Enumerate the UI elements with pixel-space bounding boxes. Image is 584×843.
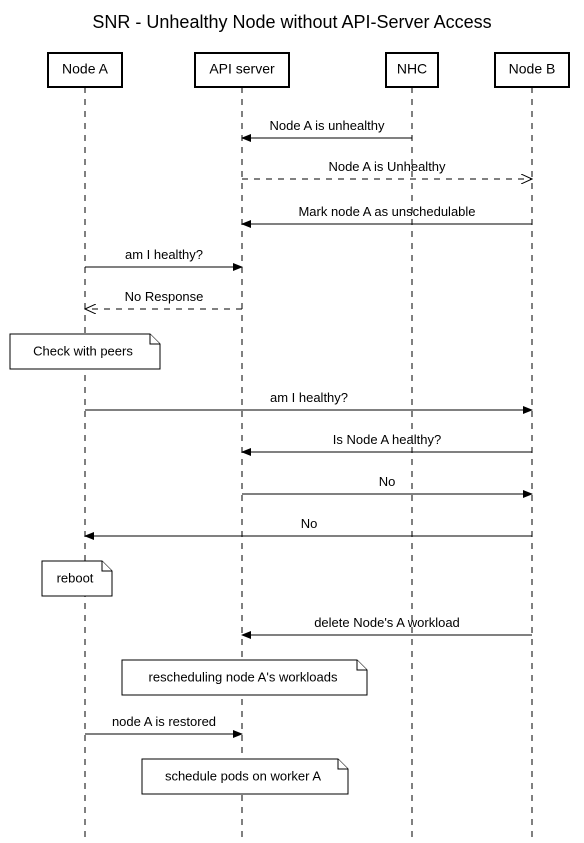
diagram-title: SNR - Unhealthy Node without API-Server … [0,0,584,43]
msg-9-label: No [301,516,318,531]
msg-8-label: No [379,474,396,489]
note-3-text: rescheduling node A's workloads [149,669,338,684]
actor-nhc-label: NHC [397,61,427,77]
msg-6-label: am I healthy? [270,390,348,405]
msg-10-label: delete Node's A workload [314,615,460,630]
note-2-text: reboot [57,570,94,585]
msg-1-label: Node A is unhealthy [270,118,385,133]
msg-4-label: am I healthy? [125,247,203,262]
note-schedule-pods: schedule pods on worker A [142,759,348,794]
note-4-text: schedule pods on worker A [165,768,321,783]
actor-node-b-label: Node B [509,61,556,77]
sequence-diagram: Node A API server NHC Node B Node A is u… [0,43,584,843]
msg-7-label: Is Node A healthy? [333,432,441,447]
actor-node-a-label: Node A [62,61,109,77]
msg-11-label: node A is restored [112,714,216,729]
actor-api-server-label: API server [209,61,275,77]
note-1-text: Check with peers [33,343,133,358]
msg-2-label: Node A is Unhealthy [328,159,446,174]
msg-5-label: No Response [125,289,204,304]
note-check-with-peers: Check with peers [10,334,160,369]
note-reboot: reboot [42,561,112,596]
note-rescheduling: rescheduling node A's workloads [122,660,367,695]
msg-3-label: Mark node A as unschedulable [298,204,475,219]
